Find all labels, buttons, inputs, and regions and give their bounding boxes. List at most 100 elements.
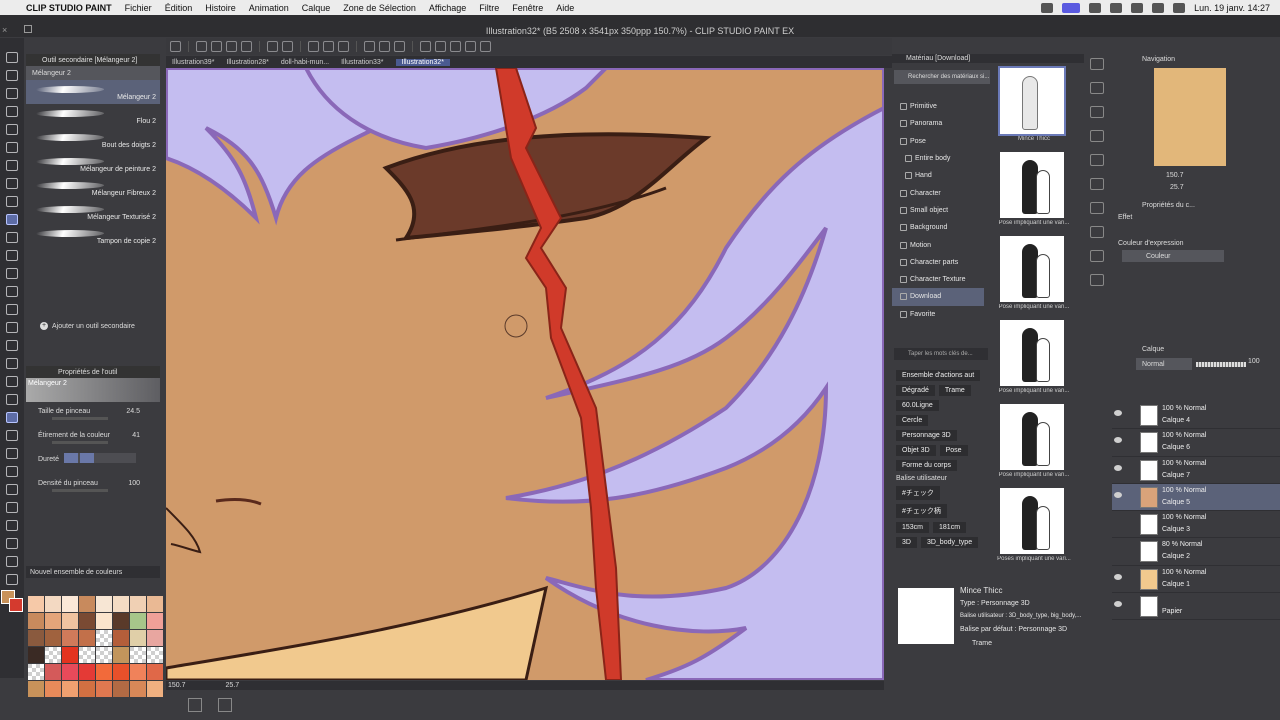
gradient-tool-2-icon[interactable] (6, 556, 18, 567)
nav-zoom-value[interactable]: 150.7 (1166, 172, 1184, 179)
subtool-tab[interactable]: Mélangeur 2 (26, 66, 160, 80)
color-set-header[interactable]: Nouvel ensemble de couleurs (26, 566, 160, 578)
user-icon[interactable] (1173, 2, 1186, 13)
tag-chip[interactable]: 60.0Ligne (896, 400, 939, 411)
material-thumbnail[interactable]: Pose impliquant une vari... (996, 318, 1069, 402)
menu-affichage[interactable]: Affichage (429, 3, 466, 13)
undo-icon[interactable] (267, 41, 278, 52)
subtool-item[interactable]: Flou 2 (26, 104, 160, 128)
ruler-tool-icon[interactable] (6, 430, 18, 441)
layer-row[interactable]: 100 % Normal Calque 7 (1112, 457, 1280, 484)
eye-icon[interactable] (1114, 573, 1122, 580)
color-swatch[interactable] (96, 647, 112, 663)
magic-wand-icon[interactable] (6, 142, 18, 153)
color-swatch[interactable] (28, 613, 44, 629)
pen-icon[interactable] (6, 232, 18, 243)
redo-icon[interactable] (282, 41, 293, 52)
user-tag-chip[interactable]: #チェック (896, 486, 940, 500)
color-stretch-prop[interactable]: Étirement de la couleur 41 (26, 426, 160, 450)
color-swatch[interactable] (96, 681, 112, 697)
color-swatch[interactable] (130, 630, 146, 646)
color-swatch[interactable] (130, 681, 146, 697)
eyedropper-icon[interactable] (6, 160, 18, 171)
add-subtool-button[interactable]: + Ajouter un outil secondaire (40, 322, 135, 330)
color-swatch[interactable] (147, 630, 163, 646)
select-icon[interactable] (6, 124, 18, 135)
user-tag-chip[interactable]: 3D_body_type (920, 537, 979, 548)
fill-icon[interactable] (323, 41, 334, 52)
snap-special-ruler-icon[interactable] (435, 41, 446, 52)
color-swatch[interactable] (62, 681, 78, 697)
snap-ruler-icon[interactable] (420, 41, 431, 52)
creative-cloud-icon[interactable] (1041, 2, 1054, 13)
menu-calque[interactable]: Calque (302, 3, 331, 13)
color-swatch[interactable] (79, 681, 95, 697)
blend-mode-select[interactable]: Normal (1136, 358, 1192, 370)
material-tree-item[interactable]: Character Texture (892, 271, 984, 288)
frame-icon[interactable] (6, 394, 18, 405)
invert-selection-icon[interactable] (379, 41, 390, 52)
eye-icon[interactable] (1114, 491, 1122, 498)
panel-icon-8[interactable] (1090, 250, 1104, 262)
blend-tool-icon[interactable] (6, 214, 18, 225)
tag-search-input[interactable]: Taper les mots clés de... (894, 348, 988, 360)
panel-icon-5[interactable] (1090, 178, 1104, 190)
zoom-value[interactable]: 150.7 (168, 682, 186, 689)
panel-icon-9[interactable] (1090, 274, 1104, 286)
settings-icon[interactable] (170, 41, 181, 52)
brush-size-prop[interactable]: Taille de pinceau 24.5 (26, 402, 160, 426)
hardness-selector[interactable] (64, 453, 136, 463)
color-swatch[interactable] (147, 664, 163, 680)
color-swatch[interactable] (147, 613, 163, 629)
color-swatch[interactable] (45, 596, 61, 612)
color-swatch[interactable] (45, 630, 61, 646)
airbrush-icon[interactable] (6, 286, 18, 297)
subtool-item[interactable]: Bout des doigts 2 (26, 128, 160, 152)
move-icon[interactable] (6, 52, 18, 63)
menu-fichier[interactable]: Fichier (125, 3, 152, 13)
opacity-slider[interactable] (1196, 362, 1246, 367)
color-swatch[interactable] (147, 681, 163, 697)
menu-fenetre[interactable]: Fenêtre (512, 3, 543, 13)
color-stretch-slider[interactable] (52, 441, 108, 444)
save-icon[interactable] (226, 41, 237, 52)
color-swatch[interactable] (45, 647, 61, 663)
app-name[interactable]: CLIP STUDIO PAINT (26, 3, 112, 13)
brush-size-value[interactable]: 24.5 (126, 408, 140, 415)
tag-chip[interactable]: Trame (938, 385, 971, 396)
tag-chip[interactable]: Dégradé (896, 385, 935, 396)
color-swatch[interactable] (79, 596, 95, 612)
subtool-item[interactable]: Tampon de copie 2 (26, 224, 160, 248)
balloon-icon[interactable] (6, 196, 18, 207)
subtool-item[interactable]: Mélangeur Fibreux 2 (26, 176, 160, 200)
display-icon[interactable] (1089, 2, 1102, 13)
current-color[interactable] (1, 590, 23, 612)
camera-icon[interactable] (480, 41, 491, 52)
ruler-icon[interactable] (394, 41, 405, 52)
open-icon[interactable] (211, 41, 222, 52)
color-swatch[interactable] (79, 647, 95, 663)
color-swatch[interactable] (113, 613, 129, 629)
new-icon[interactable] (196, 41, 207, 52)
material-thumbnail[interactable]: Mince Thicc (996, 66, 1068, 150)
brush-icon[interactable] (6, 268, 18, 279)
decoration-icon[interactable] (6, 304, 18, 315)
material-trame-check[interactable]: Trame (972, 640, 992, 647)
material-tree-item[interactable]: Character (892, 184, 984, 201)
zoom-icon[interactable] (6, 88, 18, 99)
clip-studio-icon[interactable] (465, 41, 476, 52)
color-swatch[interactable] (130, 596, 146, 612)
eraser-icon[interactable] (6, 322, 18, 333)
lasso-icon[interactable] (6, 70, 18, 81)
color-stretch-value[interactable]: 41 (132, 432, 140, 439)
color-swatch[interactable] (113, 647, 129, 663)
eraser-tool-2-icon[interactable] (6, 538, 18, 549)
color-swatch[interactable] (113, 664, 129, 680)
material-tree-item[interactable]: Favorite (892, 306, 984, 323)
material-search-input[interactable]: Rechercher des matériaux si... (894, 70, 990, 84)
navigation-thumbnail[interactable] (1154, 68, 1226, 166)
material-thumbnail[interactable]: Pose impliquant une vari... (996, 234, 1069, 318)
control-center-icon[interactable] (1152, 2, 1165, 13)
color-swatch[interactable] (45, 664, 61, 680)
sub-color-swatch[interactable] (9, 598, 23, 612)
